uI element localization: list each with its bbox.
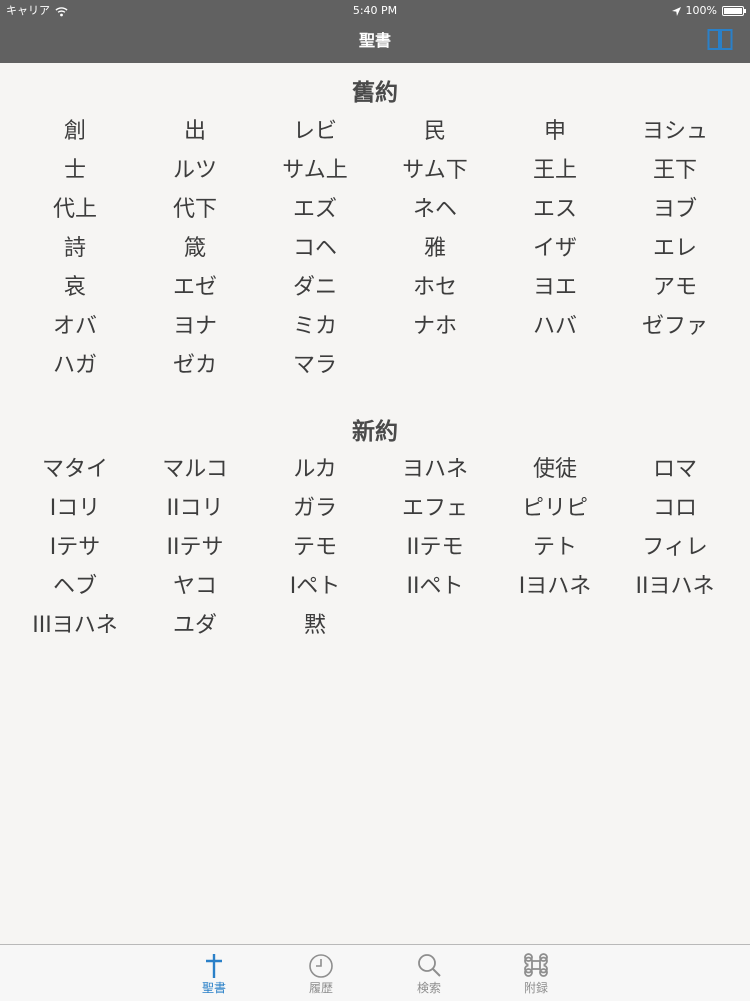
book-old-testament-item[interactable]: ハバ (495, 307, 615, 346)
book-new-testament-item[interactable]: フィレ (615, 528, 735, 567)
status-right: 100% (671, 0, 746, 22)
book-new-testament-item[interactable]: ヘブ (15, 567, 135, 606)
tab-bar: 聖書 履歴 検索 附録 (0, 944, 750, 1001)
tab-bible[interactable]: 聖書 (184, 951, 244, 996)
cross-icon (206, 954, 222, 978)
book-old-testament-item[interactable]: ホセ (375, 268, 495, 307)
book-new-testament-item[interactable]: マルコ (135, 450, 255, 489)
book-old-testament-item[interactable]: 士 (15, 151, 135, 190)
book-old-testament-item[interactable]: ゼファ (615, 307, 735, 346)
tab-history[interactable]: 履歴 (291, 951, 351, 996)
book-new-testament-item[interactable]: ロマ (615, 450, 735, 489)
tab-search[interactable]: 検索 (399, 951, 459, 996)
book-old-testament-item[interactable]: エレ (615, 229, 735, 268)
book-new-testament-item[interactable]: IIIヨハネ (15, 606, 135, 645)
book-old-testament-item[interactable]: 出 (135, 112, 255, 151)
book-old-testament-item[interactable]: 詩 (15, 229, 135, 268)
tab-label: 履歴 (308, 981, 333, 995)
book-old-testament-item[interactable]: レビ (255, 112, 375, 151)
book-new-testament-item[interactable]: テモ (255, 528, 375, 567)
book-old-testament-item[interactable]: ヨシュ (615, 112, 735, 151)
old-testament-grid: 創出レビ民申ヨシュ士ルツ サム上 サム下 王上 王下代上 代下 エズ ネヘ エス ヨブ詩箴コヘ雅イ… (15, 112, 735, 385)
new-testament-grid: マタイ マルコ ルカ ヨハネ 使徒 ロマ Iコリ IIコリ ガラ エフェ ピリピ コロ Iテサ IIテサテ… (15, 450, 735, 645)
battery-icon (722, 6, 746, 16)
book-old-testament-item[interactable]: 雅 (375, 229, 495, 268)
book-new-testament-item[interactable]: IIペト (375, 567, 495, 606)
book-old-testament-item[interactable]: ルツ (135, 151, 255, 190)
book-old-testament-item[interactable]: ヨエ (495, 268, 615, 307)
book-new-testament-item[interactable]: IIテサ (135, 528, 255, 567)
clock: 5:40 PM (352, 4, 398, 17)
book-old-testament-item[interactable]: 創 (15, 112, 135, 151)
book-new-testament-item[interactable]: Iペト (255, 567, 375, 606)
location-arrow-icon (671, 6, 681, 16)
page-title: 聖書 (358, 31, 391, 50)
tab-label: 附録 (523, 981, 548, 995)
book-old-testament-item[interactable]: 王上 (495, 151, 615, 190)
book-old-testament-item[interactable]: 王下 (615, 151, 735, 190)
book-old-testament-item[interactable]: エス (495, 190, 615, 229)
book-old-testament-item[interactable]: ヨブ (615, 190, 735, 229)
book-old-testament-item[interactable]: ゼカ (135, 346, 255, 385)
command-icon (524, 953, 548, 977)
book-old-testament-item[interactable]: 民 (375, 112, 495, 151)
book-new-testament-item[interactable]: IIコリ (135, 489, 255, 528)
tab-label: 聖書 (201, 981, 226, 995)
book-new-testament-item[interactable]: Iヨハネ (495, 567, 615, 606)
book-new-testament-item[interactable]: IIヨハネ (615, 567, 735, 606)
book-new-testament-item[interactable]: コロ (615, 489, 735, 528)
book-old-testament-item[interactable]: 代下 (135, 190, 255, 229)
book-old-testament-item[interactable]: コヘ (255, 229, 375, 268)
book-new-testament-item[interactable]: ルカ (255, 450, 375, 489)
book-new-testament-item[interactable]: Iコリ (15, 489, 135, 528)
book-new-testament-item[interactable]: IIテモ (375, 528, 495, 567)
book-old-testament-item[interactable]: 申 (495, 112, 615, 151)
tab-appendix[interactable]: 附録 (506, 951, 566, 996)
clock-icon (309, 954, 333, 978)
book-old-testament-item[interactable]: ダニ (255, 268, 375, 307)
book-old-testament-item[interactable]: ナホ (375, 307, 495, 346)
book-new-testament-item[interactable]: マタイ (15, 450, 135, 489)
book-new-testament-item[interactable]: ヤコ (135, 567, 255, 606)
book-old-testament-item[interactable]: サム下 (375, 151, 495, 190)
book-old-testament-item[interactable]: イザ (495, 229, 615, 268)
book-old-testament-item[interactable]: 哀 (15, 268, 135, 307)
book-old-testament-item[interactable]: サム上 (255, 151, 375, 190)
status-bar: キャリア 5:40 PM 100% (0, 0, 750, 22)
book-old-testament-item[interactable]: 箴 (135, 229, 255, 268)
book-new-testament-item[interactable]: エフェ (375, 489, 495, 528)
book-old-testament-item[interactable]: エズ (255, 190, 375, 229)
book-new-testament-item[interactable]: Iテサ (15, 528, 135, 567)
battery-percent: 100% (685, 4, 717, 17)
book-old-testament-item[interactable]: アモ (615, 268, 735, 307)
book-old-testament-item[interactable]: マラ (255, 346, 375, 385)
new-testament-title: 新約 (352, 419, 398, 445)
tab-label: 検索 (416, 981, 441, 995)
book-new-testament-item[interactable]: ユダ (135, 606, 255, 645)
book-old-testament-item[interactable]: ヨナ (135, 307, 255, 346)
book-new-testament-item[interactable]: テト (495, 528, 615, 567)
magnifier-icon (418, 954, 441, 977)
old-testament-title: 舊約 (352, 80, 398, 106)
book-old-testament-item[interactable]: ミカ (255, 307, 375, 346)
open-book-icon[interactable] (707, 28, 733, 52)
book-new-testament-item[interactable]: 使徒 (495, 450, 615, 489)
book-old-testament-item[interactable]: オバ (15, 307, 135, 346)
navigation-bar: キャリア 5:40 PM 100% 聖書 (0, 0, 750, 63)
book-new-testament-item[interactable]: ヨハネ (375, 450, 495, 489)
book-new-testament-item[interactable]: 黙 (255, 606, 375, 645)
book-new-testament-item[interactable]: ガラ (255, 489, 375, 528)
book-old-testament-item[interactable]: ハガ (15, 346, 135, 385)
book-new-testament-item[interactable]: ピリピ (495, 489, 615, 528)
book-old-testament-item[interactable]: ネヘ (375, 190, 495, 229)
book-old-testament-item[interactable]: エゼ (135, 268, 255, 307)
book-old-testament-item[interactable]: 代上 (15, 190, 135, 229)
